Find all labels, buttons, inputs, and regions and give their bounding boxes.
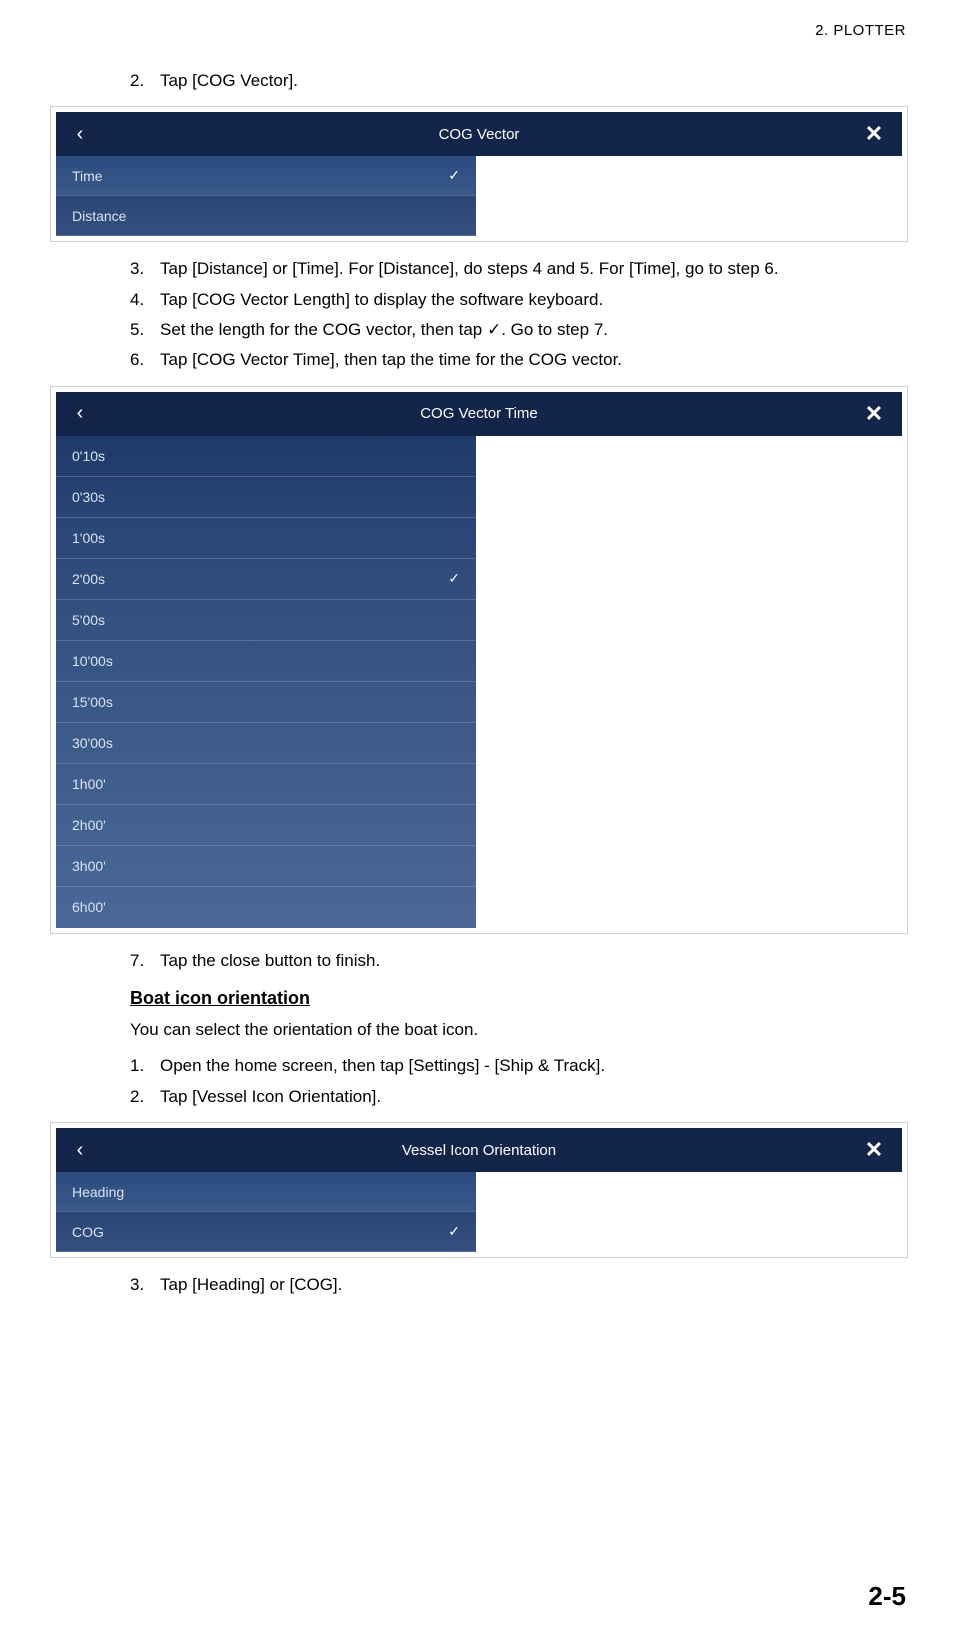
option-1-00s[interactable]: 1'00s (56, 518, 476, 559)
step-number: 4. (130, 287, 160, 313)
option-2-00s[interactable]: 2'00s ✓ (56, 559, 476, 600)
panel-title: COG Vector Time (56, 405, 902, 422)
step-text: Tap [COG Vector Time], then tap the time… (160, 347, 912, 373)
panel-title: Vessel Icon Orientation (56, 1142, 902, 1159)
close-button[interactable]: ✕ (854, 392, 894, 436)
steps-block-a: 2. Tap [COG Vector]. (130, 68, 912, 94)
option-list: Heading COG ✓ (56, 1172, 476, 1252)
option-label: 6h00' (72, 899, 106, 915)
steps-block-c: 7. Tap the close button to finish. Boat … (130, 948, 912, 1110)
option-3h00[interactable]: 3h00' (56, 846, 476, 887)
step-item: 2. Tap [COG Vector]. (130, 68, 912, 94)
option-30-00s[interactable]: 30'00s (56, 723, 476, 764)
check-icon: ✓ (448, 570, 460, 587)
step-number: 1. (130, 1053, 160, 1079)
option-label: 10'00s (72, 653, 113, 669)
option-label: 2h00' (72, 817, 106, 833)
option-label: Time (72, 168, 103, 184)
step-text: Tap [COG Vector]. (160, 68, 912, 94)
option-time[interactable]: Time ✓ (56, 156, 476, 196)
option-label: 0'30s (72, 489, 105, 505)
step-item: 4. Tap [COG Vector Length] to display th… (130, 287, 912, 313)
option-label: Heading (72, 1184, 124, 1200)
step-item: 5. Set the length for the COG vector, th… (130, 317, 912, 343)
option-10-00s[interactable]: 10'00s (56, 641, 476, 682)
option-label: 1'00s (72, 530, 105, 546)
step-text: Set the length for the COG vector, then … (160, 317, 912, 343)
page-number: 2-5 (868, 1581, 906, 1612)
step-number: 3. (130, 256, 160, 282)
page-header-section: 2. PLOTTER (815, 22, 906, 39)
step-number: 7. (130, 948, 160, 974)
option-label: 2'00s (72, 571, 105, 587)
step-number: 2. (130, 1084, 160, 1110)
option-0-30s[interactable]: 0'30s (56, 477, 476, 518)
section-title-boat-icon-orientation: Boat icon orientation (130, 988, 912, 1009)
option-0-10s[interactable]: 0'10s (56, 436, 476, 477)
option-label: 5'00s (72, 612, 105, 628)
step-text: Tap [Distance] or [Time]. For [Distance]… (160, 256, 912, 282)
step-number: 6. (130, 347, 160, 373)
steps-block-b: 3. Tap [Distance] or [Time]. For [Distan… (130, 256, 912, 373)
option-1h00[interactable]: 1h00' (56, 764, 476, 805)
step-item: 1. Open the home screen, then tap [Setti… (130, 1053, 912, 1079)
panel-titlebar: ‹ Vessel Icon Orientation ✕ (56, 1128, 902, 1172)
cog-vector-time-panel: ‹ COG Vector Time ✕ 0'10s 0'30s 1'00s 2'… (50, 386, 908, 934)
option-label: 3h00' (72, 858, 106, 874)
step-item: 7. Tap the close button to finish. (130, 948, 912, 974)
option-6h00[interactable]: 6h00' (56, 887, 476, 928)
close-button[interactable]: ✕ (854, 112, 894, 156)
steps-block-e: 3. Tap [Heading] or [COG]. (130, 1272, 912, 1298)
panel-title: COG Vector (56, 126, 902, 143)
step-text: Tap [COG Vector Length] to display the s… (160, 287, 912, 313)
option-list: 0'10s 0'30s 1'00s 2'00s ✓ 5'00s 10'00s 1… (56, 436, 476, 928)
option-5-00s[interactable]: 5'00s (56, 600, 476, 641)
option-label: Distance (72, 208, 126, 224)
step-text: Tap [Vessel Icon Orientation]. (160, 1084, 912, 1110)
panel-titlebar: ‹ COG Vector Time ✕ (56, 392, 902, 436)
step-item: 2. Tap [Vessel Icon Orientation]. (130, 1084, 912, 1110)
step-text: Tap [Heading] or [COG]. (160, 1272, 912, 1298)
option-label: 0'10s (72, 448, 105, 464)
option-cog[interactable]: COG ✓ (56, 1212, 476, 1252)
cog-vector-panel: ‹ COG Vector ✕ Time ✓ Distance (50, 106, 908, 242)
option-heading[interactable]: Heading (56, 1172, 476, 1212)
step-item: 3. Tap [Heading] or [COG]. (130, 1272, 912, 1298)
option-list: Time ✓ Distance (56, 156, 476, 236)
option-distance[interactable]: Distance (56, 196, 476, 236)
panel-titlebar: ‹ COG Vector ✕ (56, 112, 902, 156)
option-label: COG (72, 1224, 104, 1240)
step-number: 5. (130, 317, 160, 343)
check-icon: ✓ (448, 167, 460, 184)
step-number: 2. (130, 68, 160, 94)
option-15-00s[interactable]: 15'00s (56, 682, 476, 723)
close-button[interactable]: ✕ (854, 1128, 894, 1172)
section-intro: You can select the orientation of the bo… (130, 1017, 912, 1043)
option-label: 15'00s (72, 694, 113, 710)
step-text: Open the home screen, then tap [Settings… (160, 1053, 912, 1079)
option-label: 30'00s (72, 735, 113, 751)
step-text: Tap the close button to finish. (160, 948, 912, 974)
option-2h00[interactable]: 2h00' (56, 805, 476, 846)
vessel-icon-orientation-panel: ‹ Vessel Icon Orientation ✕ Heading COG … (50, 1122, 908, 1258)
step-item: 3. Tap [Distance] or [Time]. For [Distan… (130, 256, 912, 282)
step-number: 3. (130, 1272, 160, 1298)
step-item: 6. Tap [COG Vector Time], then tap the t… (130, 347, 912, 373)
option-label: 1h00' (72, 776, 106, 792)
check-icon: ✓ (448, 1223, 460, 1240)
